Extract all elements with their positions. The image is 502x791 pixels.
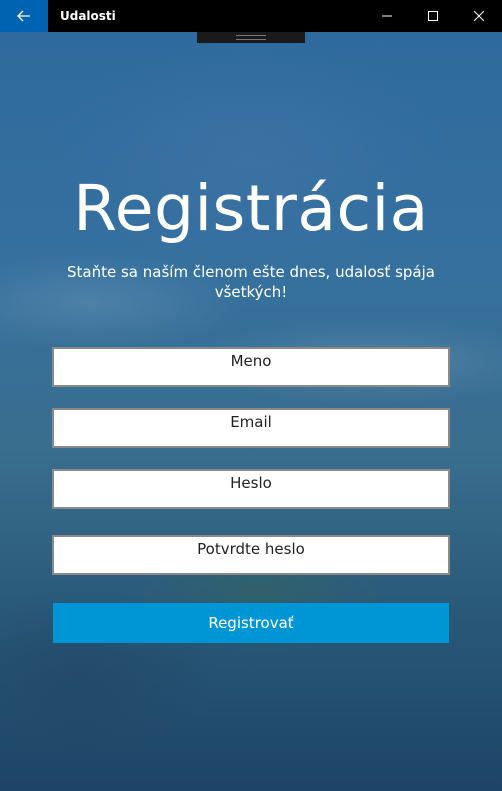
back-button[interactable]: [0, 0, 48, 32]
page-subtitle: Staňte sa naším členom ešte dnes, udalos…: [67, 263, 435, 301]
title-bar: Udalosti: [0, 0, 502, 32]
name-input[interactable]: [54, 349, 448, 373]
minimize-button[interactable]: [364, 0, 410, 32]
back-arrow-icon: [17, 10, 30, 22]
password-field[interactable]: [52, 469, 450, 509]
maximize-button[interactable]: [410, 0, 456, 32]
window-controls: [364, 0, 502, 32]
maximize-icon: [428, 11, 438, 21]
page-title: Registrácia: [73, 172, 429, 245]
name-field[interactable]: [52, 347, 450, 387]
email-field[interactable]: [52, 408, 450, 448]
registration-page: Registrácia Staňte sa naším členom ešte …: [0, 32, 502, 791]
confirm-password-input[interactable]: [54, 537, 448, 561]
minimize-icon: [382, 15, 392, 17]
register-button[interactable]: Registrovať: [53, 603, 449, 643]
password-input[interactable]: [54, 471, 448, 495]
grip-icon: [236, 35, 266, 40]
close-button[interactable]: [456, 0, 502, 32]
close-icon: [474, 11, 484, 21]
email-input[interactable]: [54, 410, 448, 434]
confirm-password-field[interactable]: [52, 535, 450, 575]
window-title: Udalosti: [60, 9, 116, 23]
drag-handle[interactable]: [197, 32, 305, 43]
